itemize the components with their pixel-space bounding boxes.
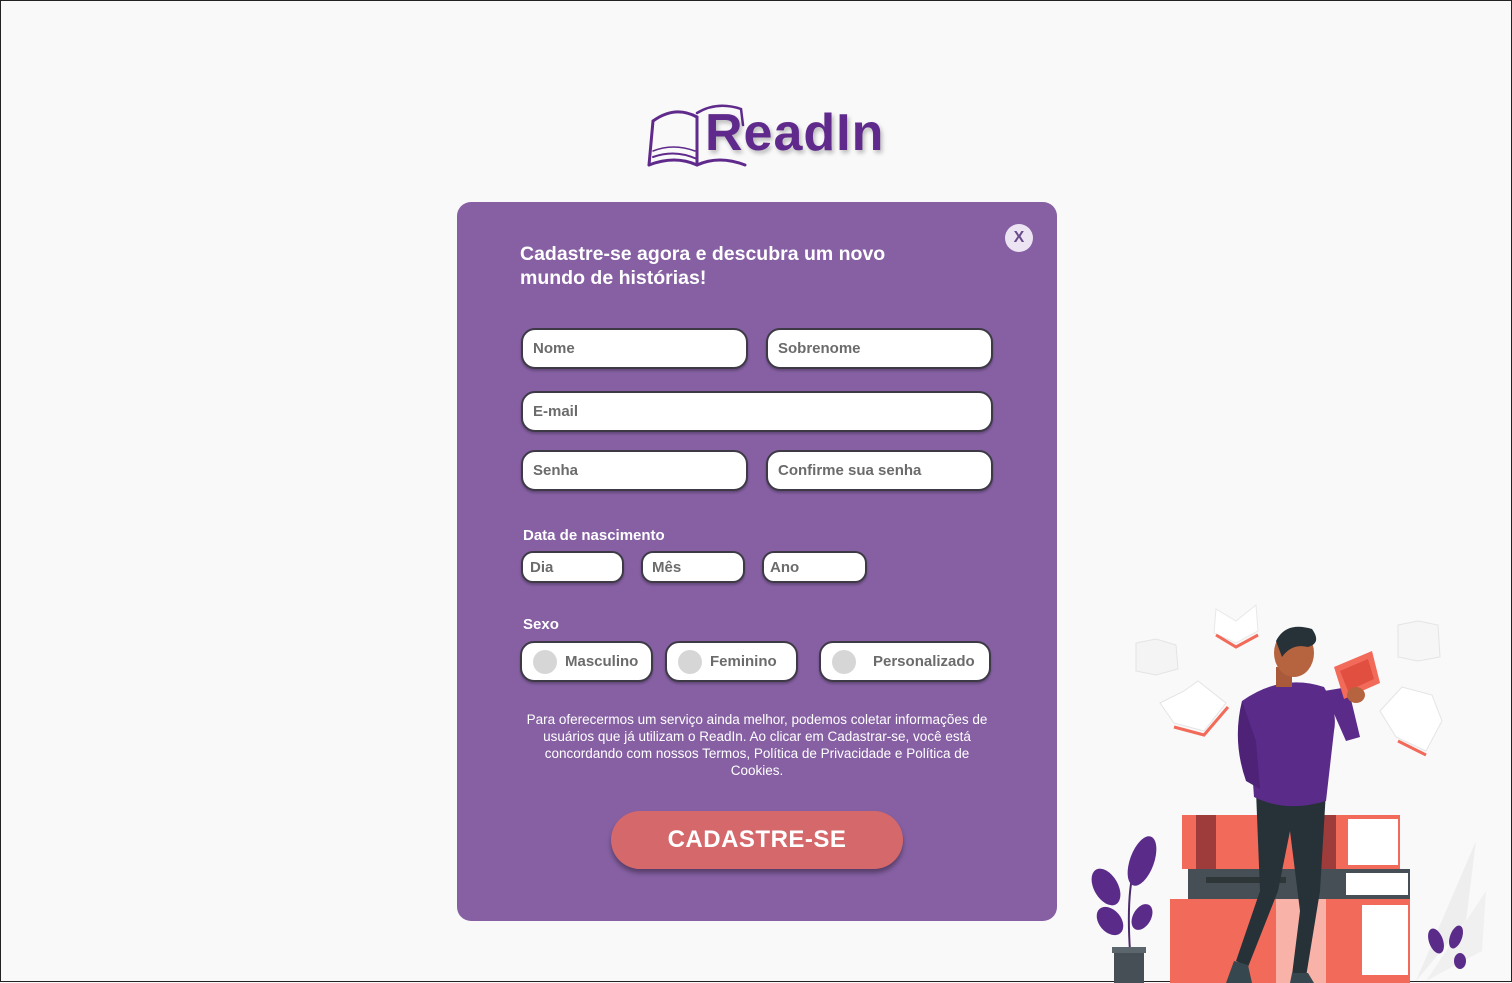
first-name-input[interactable]: Nome: [521, 328, 748, 369]
month-input[interactable]: Mês: [641, 551, 745, 583]
plant-leaves-icon: [1416, 841, 1486, 981]
day-input[interactable]: Dia: [521, 551, 624, 583]
app-logo: ReadIn: [645, 99, 885, 175]
year-input[interactable]: Ano: [762, 551, 867, 583]
logo-text: ReadIn: [705, 104, 885, 162]
close-button[interactable]: X: [1005, 224, 1033, 252]
confirm-password-input[interactable]: Confirme sua senha: [766, 450, 993, 491]
gender-option-label: Masculino: [565, 653, 639, 670]
gender-option-masculino[interactable]: Masculino: [520, 641, 653, 682]
gender-label: Sexo: [523, 616, 559, 633]
terms-text: Para oferecermos um serviço ainda melhor…: [526, 712, 988, 778]
gender-option-label: Personalizado: [873, 653, 975, 670]
book-stack-icon: [1170, 815, 1410, 983]
birth-date-label: Data de nascimento: [523, 527, 665, 544]
gender-option-feminino[interactable]: Feminino: [665, 641, 798, 682]
signup-submit-button[interactable]: CADASTRE-SE: [611, 811, 903, 869]
last-name-input[interactable]: Sobrenome: [766, 328, 993, 369]
gender-option-label: Feminino: [710, 653, 777, 670]
radio-circle-icon: [533, 649, 557, 674]
gender-option-personalizado[interactable]: Personalizado: [819, 641, 991, 682]
radio-circle-icon: [832, 649, 856, 674]
radio-circle-icon: [678, 649, 702, 674]
form-title: Cadastre-se agora e descubra um novo mun…: [520, 243, 886, 289]
password-input[interactable]: Senha: [521, 450, 748, 491]
email-input[interactable]: E-mail: [521, 391, 993, 432]
potted-plant-icon: [1091, 836, 1157, 983]
man-reading-books-illustration: [1091, 604, 1486, 983]
signup-card: X Cadastre-se agora e descubra um novo m…: [457, 202, 1057, 921]
